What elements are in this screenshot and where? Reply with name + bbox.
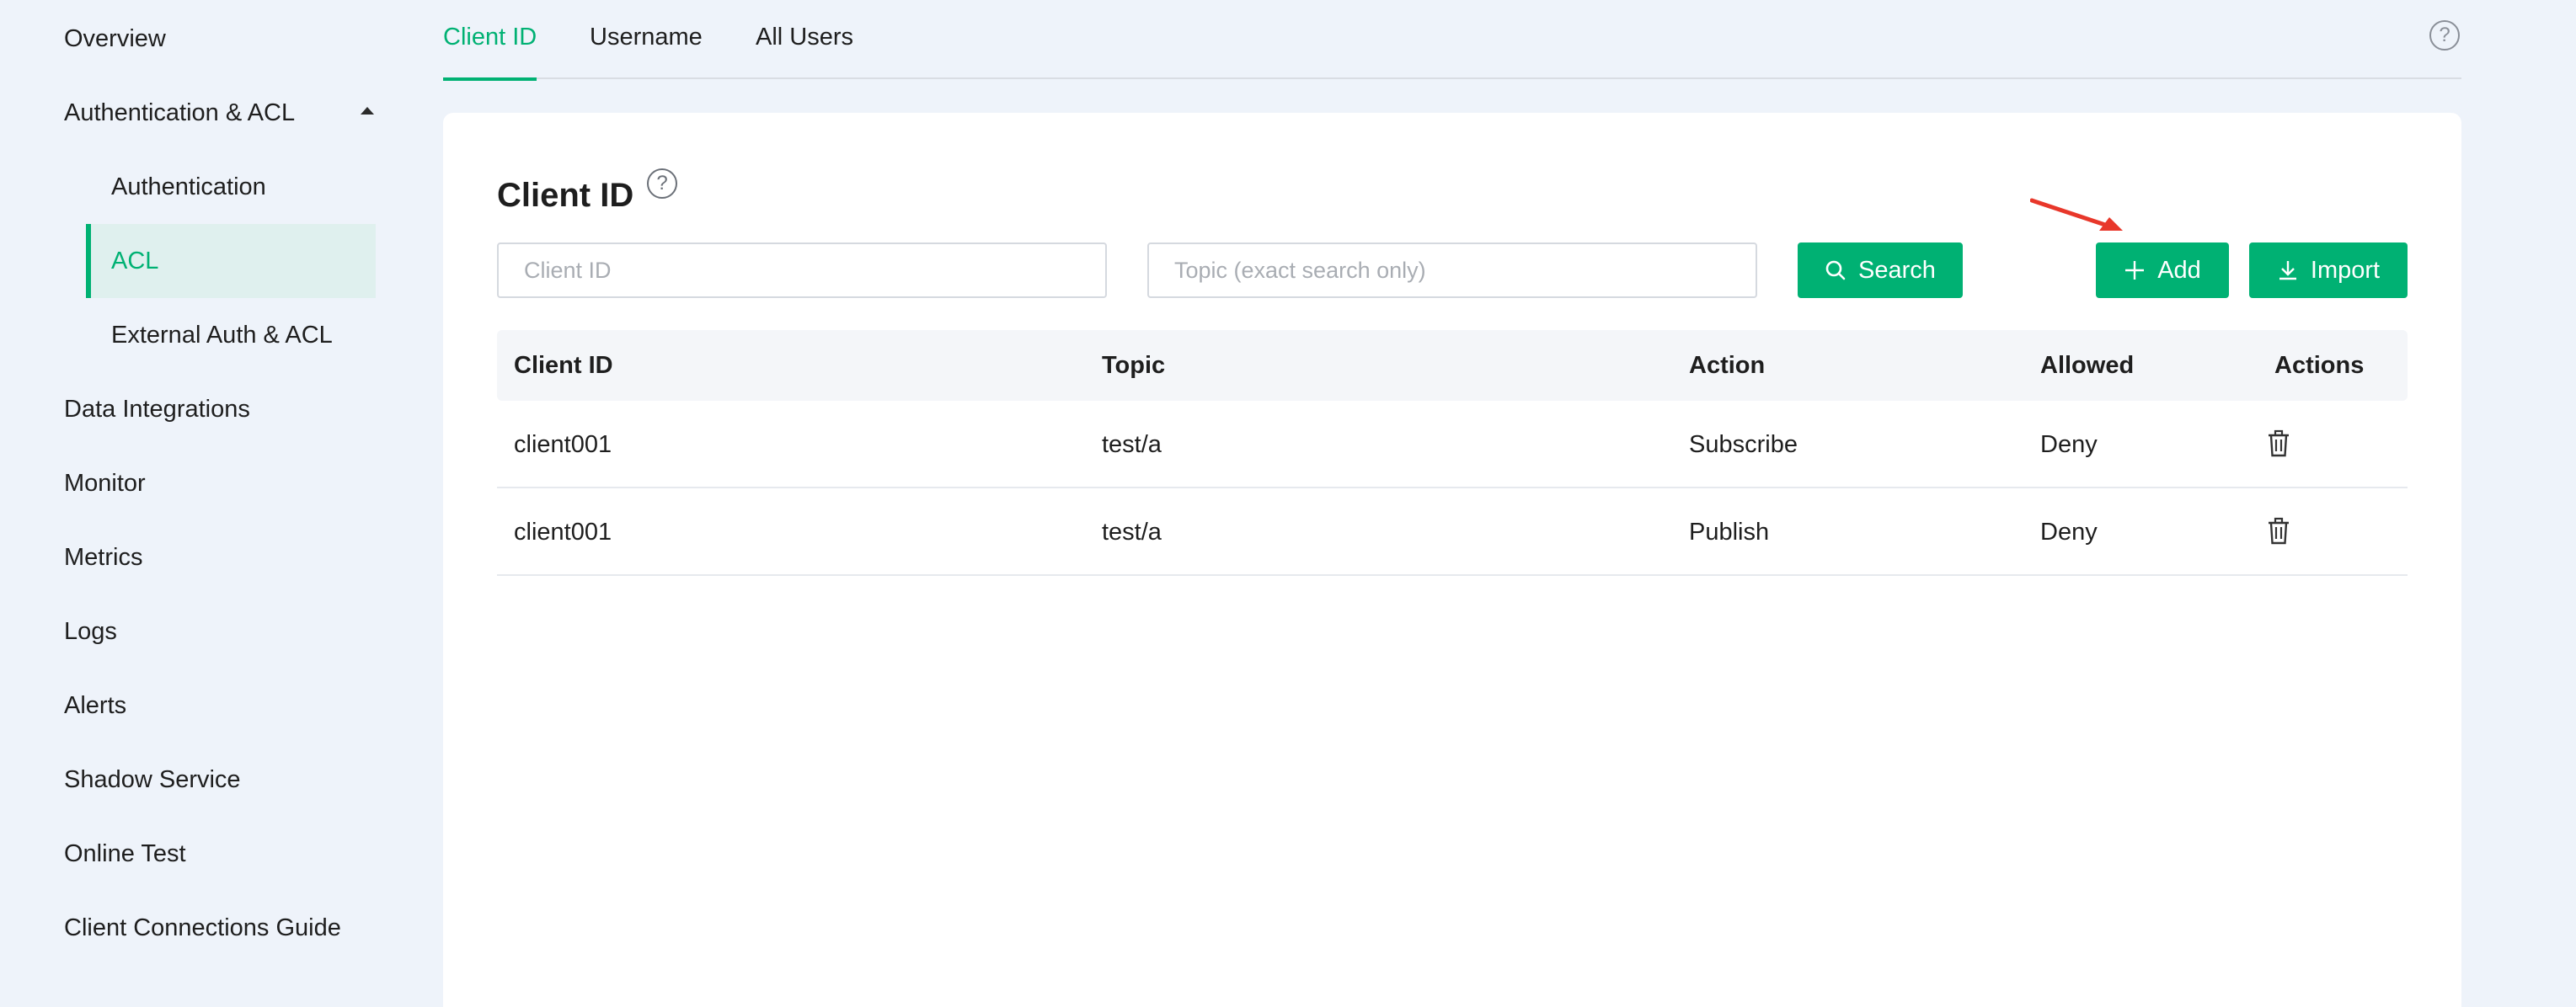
add-button[interactable]: Add xyxy=(2096,242,2229,298)
cell-client-id: client001 xyxy=(514,519,612,546)
cell-action: Subscribe xyxy=(1689,431,1798,458)
content-card: Client ID ? Search Add Import Client ID … xyxy=(443,113,2461,1007)
annotation-arrow-icon xyxy=(2030,198,2123,231)
question-circle-icon[interactable]: ? xyxy=(2429,20,2460,51)
tab-all-users[interactable]: All Users xyxy=(756,0,853,79)
cell-client-id: client001 xyxy=(514,431,612,458)
cell-allowed: Deny xyxy=(2040,519,2098,546)
column-header-allowed: Allowed xyxy=(2040,352,2135,379)
tab-bar: Client ID Username All Users xyxy=(443,0,2461,81)
sidebar-item-metrics[interactable]: Metrics xyxy=(64,520,142,594)
column-header-client-id: Client ID xyxy=(514,352,613,379)
acl-table: Client ID Topic Action Allowed Actions c… xyxy=(497,330,2408,576)
sidebar-item-shadow-service[interactable]: Shadow Service xyxy=(64,743,241,817)
page-title: Client ID xyxy=(497,177,634,214)
sidebar-nav: Overview Authentication & ACL Authentica… xyxy=(0,0,396,1007)
cell-topic: test/a xyxy=(1102,519,1162,546)
column-header-action: Action xyxy=(1689,352,1766,379)
cell-allowed: Deny xyxy=(2040,431,2098,458)
search-icon xyxy=(1825,260,1846,280)
sidebar-item-monitor[interactable]: Monitor xyxy=(64,446,146,520)
sidebar-subitem-external-auth-acl[interactable]: External Auth & ACL xyxy=(86,298,376,372)
sidebar-item-client-connections-guide[interactable]: Client Connections Guide xyxy=(64,891,341,965)
plus-icon xyxy=(2125,261,2145,280)
search-button[interactable]: Search xyxy=(1798,242,1963,298)
table-header: Client ID Topic Action Allowed Actions xyxy=(497,330,2408,401)
sidebar-item-data-integrations[interactable]: Data Integrations xyxy=(64,372,250,446)
sidebar-item-authentication-acl[interactable]: Authentication & ACL xyxy=(64,76,295,150)
column-header-topic: Topic xyxy=(1102,352,1166,379)
tab-client-id[interactable]: Client ID xyxy=(443,0,537,81)
client-id-search-input[interactable] xyxy=(497,242,1107,298)
column-header-actions: Actions xyxy=(2274,352,2365,379)
table-row: client001 test/a Subscribe Deny xyxy=(497,401,2408,488)
question-circle-icon[interactable]: ? xyxy=(647,168,677,199)
sidebar-item-online-test[interactable]: Online Test xyxy=(64,817,186,891)
import-button[interactable]: Import xyxy=(2249,242,2408,298)
trash-icon[interactable] xyxy=(2267,517,2290,546)
sidebar-subitem-acl[interactable]: ACL xyxy=(86,224,376,298)
sidebar-item-overview[interactable]: Overview xyxy=(64,2,166,76)
add-button-label: Add xyxy=(2157,256,2201,284)
sidebar-item-logs[interactable]: Logs xyxy=(64,594,117,669)
search-button-label: Search xyxy=(1858,256,1936,284)
import-button-label: Import xyxy=(2310,256,2381,284)
cell-topic: test/a xyxy=(1102,431,1162,458)
sidebar-subitem-authentication[interactable]: Authentication xyxy=(86,150,376,224)
trash-icon[interactable] xyxy=(2267,429,2290,458)
cell-action: Publish xyxy=(1689,519,1770,546)
download-icon xyxy=(2279,261,2296,280)
topic-search-input[interactable] xyxy=(1147,242,1757,298)
table-row: client001 test/a Publish Deny xyxy=(497,488,2408,576)
sidebar-item-alerts[interactable]: Alerts xyxy=(64,669,126,743)
caret-up-icon[interactable] xyxy=(361,107,374,115)
tab-username[interactable]: Username xyxy=(590,0,703,79)
